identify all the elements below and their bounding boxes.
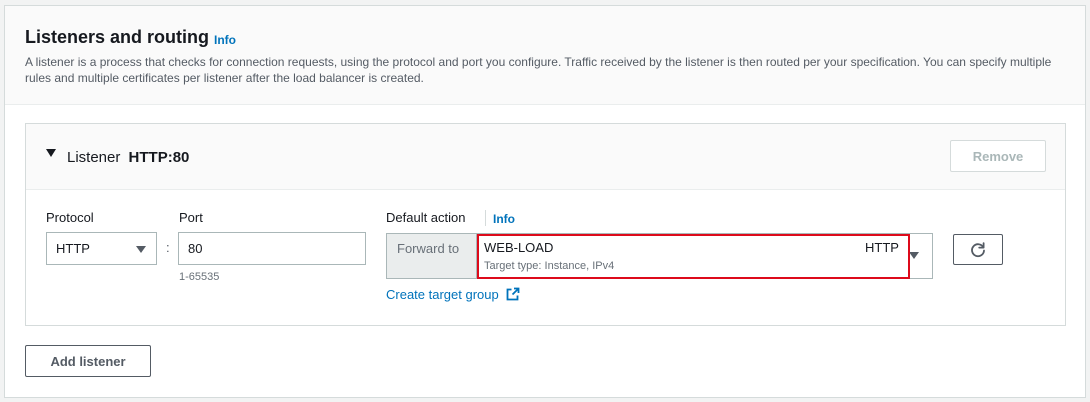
add-listener-button[interactable]: Add listener — [25, 345, 151, 377]
listener-header: Listener HTTP:80 Remove — [26, 124, 1065, 190]
target-group-detail: Target type: Instance, IPv4 — [484, 260, 615, 272]
refresh-button[interactable] — [953, 234, 1003, 265]
port-hint: 1-65535 — [179, 271, 220, 283]
listener-card: Listener HTTP:80 Remove Protocol HTTP : … — [25, 123, 1066, 326]
listener-prefix: Listener — [67, 149, 121, 166]
listeners-routing-panel: Listeners and routing Info A listener is… — [4, 5, 1086, 398]
port-input[interactable] — [178, 232, 366, 265]
protocol-select[interactable]: HTTP — [46, 232, 157, 265]
listener-name: HTTP:80 — [128, 149, 190, 166]
chevron-down-icon — [909, 252, 919, 259]
port-label: Port — [179, 210, 203, 225]
remove-listener-button[interactable]: Remove — [950, 140, 1046, 172]
protocol-value: HTTP — [56, 241, 90, 256]
forward-to-label: Forward to — [397, 241, 460, 256]
target-group-protocol: HTTP — [865, 240, 899, 255]
target-group-name: WEB-LOAD — [484, 240, 554, 255]
protocol-port-separator: : — [166, 240, 170, 255]
protocol-label: Protocol — [46, 210, 94, 225]
default-action-info-link[interactable]: Info — [493, 212, 515, 226]
listener-title: Listener HTTP:80 — [67, 149, 189, 166]
external-link-icon — [506, 287, 520, 301]
section-title: Listeners and routing — [25, 27, 210, 47]
default-action-label: Default action — [386, 210, 466, 225]
chevron-down-icon — [136, 246, 146, 253]
panel-header: Listeners and routing Info A listener is… — [5, 6, 1085, 105]
label-divider — [485, 210, 486, 226]
target-group-select[interactable]: WEB-LOAD HTTP Target type: Instance, IPv… — [476, 233, 933, 279]
section-info-link[interactable]: Info — [214, 33, 236, 47]
create-target-group-label: Create target group — [386, 287, 499, 302]
forward-to-label-box: Forward to — [386, 233, 480, 279]
caret-down-icon[interactable] — [46, 149, 56, 157]
refresh-icon — [971, 241, 985, 257]
section-description: A listener is a process that checks for … — [25, 55, 1052, 85]
create-target-group-link[interactable]: Create target group — [386, 287, 520, 302]
